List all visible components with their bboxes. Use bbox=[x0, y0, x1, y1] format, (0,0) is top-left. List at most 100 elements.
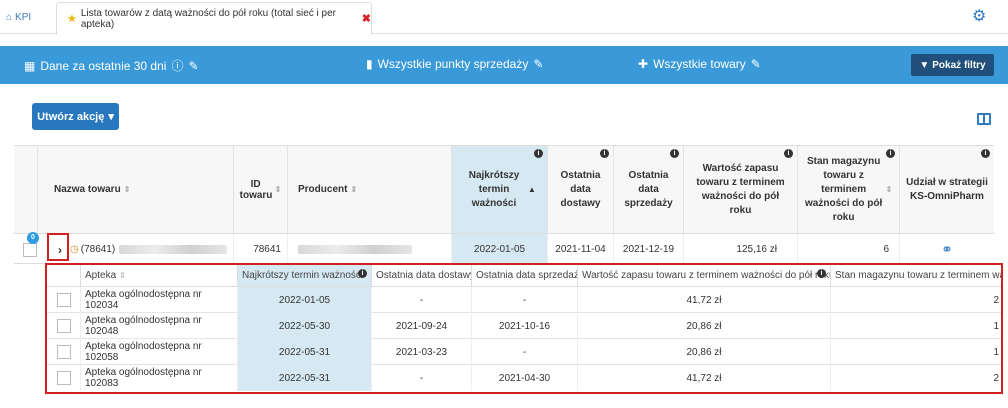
col-header-last-delivery[interactable]: i Ostatnia data dostawy bbox=[548, 146, 614, 233]
cell-sale: - bbox=[472, 339, 578, 365]
col-header-last-delivery-label: Ostatnia data dostawy bbox=[560, 169, 601, 209]
col-header-last-sale-label: Ostatnia data sprzedaży bbox=[624, 169, 673, 209]
cell-expiry: 2022-05-31 bbox=[238, 339, 372, 365]
table-row[interactable]: › ◷ (78641) 78641 2022-01-05 2021-11-04 … bbox=[14, 233, 994, 265]
table-row[interactable]: Apteka ogólnodostępna nr 102083 2022-05-… bbox=[47, 365, 1001, 391]
sort-icon: ⇕ bbox=[123, 185, 131, 194]
tab-kpi[interactable]: ⌂ KPI bbox=[6, 8, 31, 26]
cell-pharmacy: Apteka ogólnodostępna nr 102048 bbox=[81, 313, 238, 339]
nested-col-header-expiry[interactable]: Najkrótszy termin ważności i bbox=[238, 265, 372, 287]
info-icon[interactable]: i bbox=[981, 149, 990, 158]
col-header-name[interactable]: Nazwa towaru ⇕ bbox=[38, 146, 234, 233]
cell-delivery: 2021-03-23 bbox=[372, 339, 472, 365]
show-filters-button[interactable]: ▼ Pokaż filtry bbox=[911, 54, 994, 76]
cell-delivery: - bbox=[372, 287, 472, 313]
col-header-id[interactable]: ID towaru ⇕ bbox=[234, 146, 288, 233]
points-filter[interactable]: ▮ Wszystkie punkty sprzedaży ✎ bbox=[366, 57, 543, 71]
info-icon[interactable]: i bbox=[600, 149, 609, 158]
edit-icon[interactable]: ✎ bbox=[188, 59, 198, 73]
col-header-stock-qty[interactable]: i Stan magazynu towaru z terminem ważnoś… bbox=[798, 146, 900, 233]
info-icon[interactable]: i bbox=[886, 149, 895, 158]
create-action-button[interactable]: Utwórz akcję ▾ bbox=[32, 103, 119, 130]
info-icon: ⓘ bbox=[171, 59, 184, 73]
points-filter-label: Wszystkie punkty sprzedaży bbox=[377, 57, 529, 71]
clock-icon: ◷ bbox=[70, 244, 79, 255]
calendar-icon: ▦ bbox=[24, 58, 36, 73]
close-tab-icon[interactable]: ✖ bbox=[362, 12, 371, 25]
sort-icon: ⇕ bbox=[885, 185, 893, 194]
cell-id: 78641 bbox=[234, 234, 288, 265]
cell-qty: 1 bbox=[993, 346, 999, 358]
col-header-last-sale[interactable]: i Ostatnia data sprzedaży bbox=[614, 146, 684, 233]
settings-gears-icon[interactable]: ⚙ bbox=[972, 6, 986, 26]
info-icon[interactable]: i bbox=[817, 269, 826, 278]
period-filter-label: Dane za ostatnie 30 dni bbox=[40, 58, 167, 73]
row-checkbox[interactable] bbox=[23, 242, 37, 257]
row-checkbox[interactable] bbox=[56, 371, 71, 385]
cell-qty: 2 bbox=[993, 372, 999, 384]
cell-expiry: 2022-05-31 bbox=[238, 365, 372, 391]
col-header-strategy-share[interactable]: i Udział w strategii KS-OmniPharm bbox=[900, 146, 994, 233]
nested-col-header-value[interactable]: Wartość zapasu towaru z terminem ważnośc… bbox=[578, 265, 831, 287]
row-select[interactable] bbox=[47, 313, 81, 339]
cell-delivery: - bbox=[372, 365, 472, 391]
info-icon[interactable]: i bbox=[534, 149, 543, 158]
table-row[interactable]: Apteka ogólnodostępna nr 102048 2022-05-… bbox=[47, 313, 1001, 339]
product-code: (78641) bbox=[80, 244, 116, 255]
row-select[interactable] bbox=[47, 287, 81, 313]
nested-col-header-pharmacy[interactable]: Apteka ⇕ bbox=[81, 265, 238, 287]
table-row[interactable]: Apteka ogólnodostępna nr 102058 2022-05-… bbox=[47, 339, 1001, 365]
col-header-producer[interactable]: Producent ⇕ bbox=[288, 146, 452, 233]
cell-expiry: 2022-01-05 bbox=[238, 287, 372, 313]
select-column-header bbox=[14, 146, 38, 233]
col-header-stock-value[interactable]: i Wartość zapasu towaru z terminem ważno… bbox=[684, 146, 798, 233]
cell-pharmacy: Apteka ogólnodostępna nr 102058 bbox=[81, 339, 238, 365]
products-filter[interactable]: ✚ Wszystkie towary ✎ bbox=[638, 57, 761, 71]
row-select[interactable] bbox=[47, 339, 81, 365]
col-header-stock-value-label: Wartość zapasu towaru z terminem ważnośc… bbox=[696, 162, 785, 216]
info-icon[interactable]: i bbox=[784, 149, 793, 158]
nested-col-header-value-label: Wartość zapasu towaru z terminem ważnośc… bbox=[582, 270, 831, 281]
building-icon: ▮ bbox=[366, 57, 373, 71]
nested-col-header-delivery-label: Ostatnia data dostawy bbox=[376, 270, 472, 281]
col-header-shortest-expiry-label: Najkrótszy termin ważności bbox=[468, 169, 520, 209]
cell-last-sale: 2021-12-19 bbox=[614, 234, 684, 265]
row-checkbox[interactable] bbox=[56, 293, 71, 307]
cell-producer bbox=[288, 234, 452, 265]
tab-expiry-list[interactable]: ★ Lista towarów z datą ważności do pół r… bbox=[56, 2, 372, 35]
star-icon: ★ bbox=[67, 13, 77, 25]
cell-expiry: 2022-05-30 bbox=[238, 313, 372, 339]
nested-col-header-sale[interactable]: Ostatnia data sprzedaży bbox=[472, 265, 578, 287]
cell-last-delivery: 2021-11-04 bbox=[548, 234, 614, 265]
info-icon[interactable]: i bbox=[670, 149, 679, 158]
edit-icon[interactable]: ✎ bbox=[533, 57, 543, 71]
cell-sale: 2021-10-16 bbox=[472, 313, 578, 339]
table-row[interactable]: Apteka ogólnodostępna nr 102034 2022-01-… bbox=[47, 287, 1001, 313]
col-header-producer-label: Producent bbox=[298, 184, 348, 195]
col-header-name-label: Nazwa towaru bbox=[54, 184, 121, 195]
filter-icon: ▼ bbox=[919, 59, 930, 71]
strategy-link-icon[interactable]: ⚭ bbox=[900, 234, 994, 265]
info-icon[interactable]: i bbox=[358, 269, 367, 278]
col-header-shortest-expiry[interactable]: i Najkrótszy termin ważności ▲ bbox=[452, 146, 548, 233]
nested-col-header-sale-label: Ostatnia data sprzedaży bbox=[476, 270, 578, 281]
pharmacy-breakdown-table: Apteka ⇕ Najkrótszy termin ważności i Ost… bbox=[45, 263, 1003, 394]
columns-toggle-icon[interactable] bbox=[977, 113, 991, 125]
cell-value: 20,86 zł bbox=[578, 339, 831, 365]
col-header-id-label: ID towaru bbox=[239, 178, 273, 201]
show-filters-label: Pokaż filtry bbox=[932, 59, 986, 71]
nested-col-header-expiry-label: Najkrótszy termin ważności bbox=[242, 270, 364, 281]
products-table: Nazwa towaru ⇕ ID towaru ⇕ Producent ⇕ i Na… bbox=[14, 145, 994, 265]
tab-kpi-label: KPI bbox=[15, 11, 32, 23]
row-select[interactable] bbox=[47, 365, 81, 391]
period-filter[interactable]: ▦ Dane za ostatnie 30 dni ⓘ ✎ bbox=[24, 57, 199, 74]
caret-down-icon: ▾ bbox=[108, 111, 114, 123]
nested-col-header-delivery[interactable]: Ostatnia data dostawy bbox=[372, 265, 472, 287]
cell-qty: 1 bbox=[993, 320, 999, 332]
row-checkbox[interactable] bbox=[56, 319, 71, 333]
sort-asc-icon: ▲ bbox=[528, 185, 536, 194]
producer-redacted bbox=[298, 245, 412, 254]
edit-icon[interactable]: ✎ bbox=[751, 57, 761, 71]
row-checkbox[interactable] bbox=[56, 345, 71, 359]
nested-col-header-qty[interactable]: Stan magazynu towaru z terminem wa bbox=[831, 265, 1001, 287]
